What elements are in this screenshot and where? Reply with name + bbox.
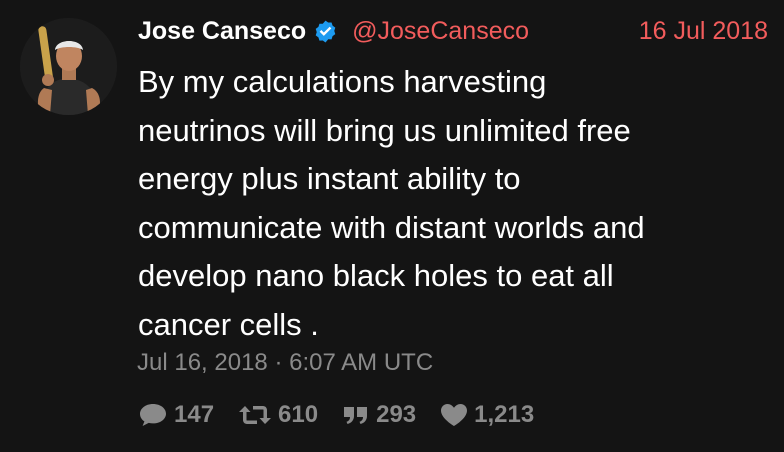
- retweet-count: 610: [278, 401, 319, 428]
- heart-icon: [441, 404, 468, 426]
- like-stat[interactable]: 1,213: [440, 401, 534, 429]
- tweet-text: By my calculations harvesting neutrinos …: [138, 58, 768, 349]
- like-count: 1,213: [474, 401, 535, 428]
- tweet-text-line: cancer cells .: [138, 306, 319, 342]
- tweet-date-link[interactable]: 16 Jul 2018: [639, 17, 768, 46]
- tweet-text-line: By my calculations harvesting: [138, 64, 547, 99]
- retweet-stat[interactable]: 610: [238, 401, 318, 429]
- tweet-card: Jose Canseco @JoseCanseco 16 Jul 2018 By…: [0, 0, 784, 452]
- reply-stat[interactable]: 147: [138, 401, 214, 429]
- avatar-image: [20, 18, 117, 115]
- tweet-text-line: energy plus instant ability to: [138, 161, 521, 196]
- tweet-stats: 147 610 293 1,213: [138, 398, 558, 432]
- tweet-text-line: neutrinos will bring us unlimited free: [138, 112, 631, 148]
- retweet-icon: [239, 406, 272, 424]
- verified-badge-icon: [313, 19, 338, 44]
- tweet-text-line: communicate with distant worlds and: [138, 209, 645, 245]
- reply-count: 147: [174, 401, 215, 428]
- quote-stat[interactable]: 293: [342, 401, 416, 429]
- author-name[interactable]: Jose Canseco: [138, 17, 306, 46]
- author-handle[interactable]: @JoseCanseco: [352, 17, 529, 46]
- avatar[interactable]: [20, 18, 117, 115]
- tweet-timestamp[interactable]: Jul 16, 2018 · 6:07 AM UTC: [137, 349, 433, 377]
- comment-bubble-icon: [140, 404, 166, 426]
- tweet-header: Jose Canseco @JoseCanseco 16 Jul 2018: [138, 14, 768, 48]
- quote-icon: [344, 407, 368, 424]
- tweet-text-line: develop nano black holes to eat all: [138, 258, 614, 293]
- quote-count: 293: [376, 401, 417, 428]
